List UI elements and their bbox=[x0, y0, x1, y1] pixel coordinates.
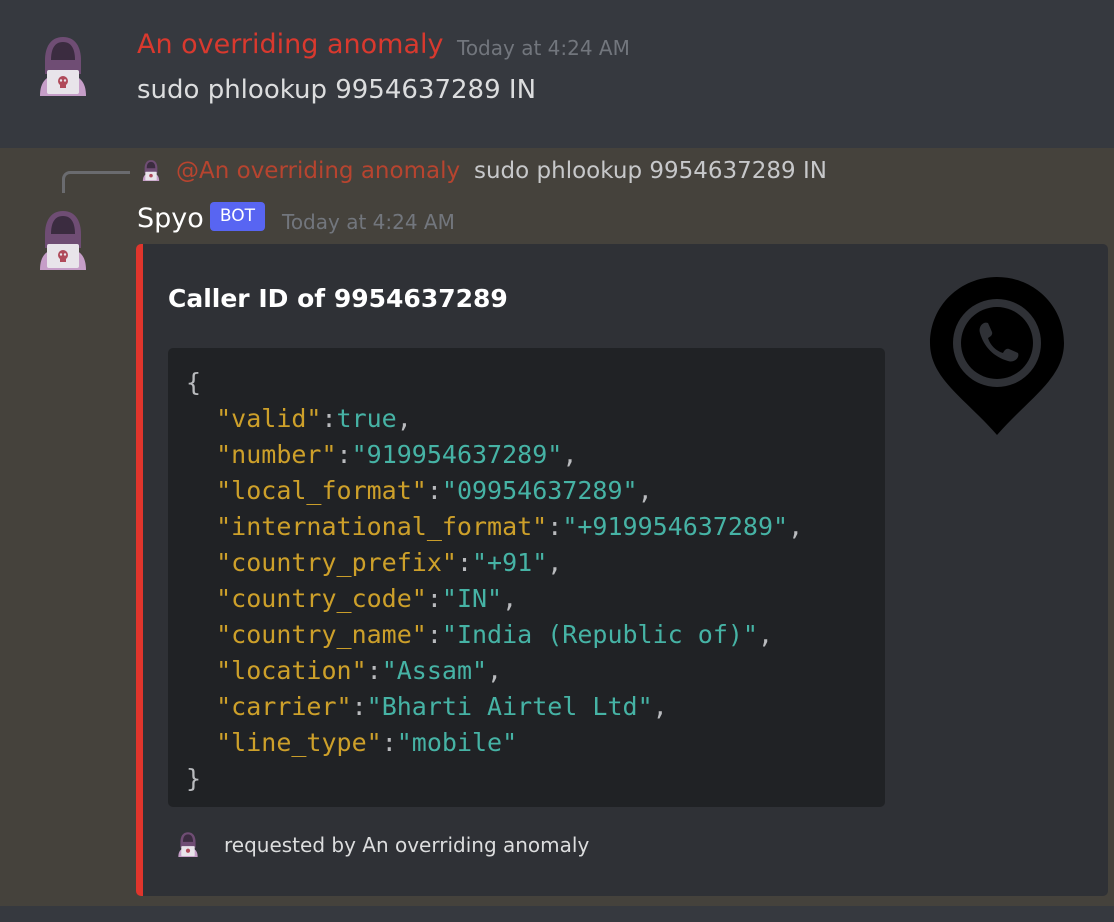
json-value: "09954637289" bbox=[441, 476, 638, 505]
reply-preview-text[interactable]: sudo phlookup 9954637289 IN bbox=[474, 155, 827, 187]
json-key: "number" bbox=[216, 440, 337, 469]
json-key: "local_format" bbox=[216, 476, 427, 505]
json-key: "country_prefix" bbox=[216, 548, 457, 577]
code-line: "location":"Assam", bbox=[216, 656, 503, 685]
json-key: "country_code" bbox=[216, 584, 427, 613]
json-key: "valid" bbox=[216, 404, 322, 433]
reply-avatar-icon[interactable] bbox=[140, 157, 162, 183]
json-value: "+91" bbox=[472, 548, 548, 577]
json-comma: , bbox=[487, 656, 503, 685]
json-value: "India (Republic of)" bbox=[441, 620, 758, 649]
json-value: "Bharti Airtel Ltd" bbox=[366, 692, 653, 721]
json-comma: , bbox=[547, 548, 563, 577]
bot-avatar-icon[interactable] bbox=[32, 208, 94, 270]
json-key: "international_format" bbox=[216, 512, 548, 541]
json-key: "line_type" bbox=[216, 728, 382, 757]
footer-avatar-icon bbox=[178, 832, 198, 857]
message-content: sudo phlookup 9954637289 IN bbox=[137, 75, 537, 105]
reply-mention[interactable]: @An overriding anomaly bbox=[176, 155, 460, 187]
json-comma: , bbox=[652, 692, 668, 721]
json-key: "country_name" bbox=[216, 620, 427, 649]
json-value: true bbox=[336, 404, 397, 433]
hacker-avatar-icon[interactable] bbox=[32, 34, 94, 96]
json-comma: , bbox=[757, 620, 774, 649]
bot-message-timestamp: Today at 4:24 AM bbox=[282, 210, 455, 234]
json-comma: , bbox=[637, 476, 653, 505]
code-line: "line_type":"mobile" bbox=[216, 728, 518, 757]
bot-author-name[interactable]: Spyo bbox=[137, 203, 204, 235]
code-line: "valid":true, bbox=[216, 404, 412, 433]
json-value: "+919954637289" bbox=[562, 512, 789, 541]
json-key: "location" bbox=[216, 656, 367, 685]
code-open-brace: { bbox=[186, 368, 202, 397]
reply-connector-line bbox=[62, 171, 130, 193]
json-comma: , bbox=[502, 584, 518, 613]
bot-badge: BOT bbox=[210, 202, 265, 231]
json-code-block[interactable]: { "valid":true, "number":"919954637289",… bbox=[168, 348, 885, 807]
code-line: "country_name":"India (Republic of)", bbox=[216, 620, 774, 649]
code-line: "local_format":"09954637289", bbox=[216, 476, 653, 505]
json-comma: , bbox=[788, 512, 804, 541]
json-value: "IN" bbox=[441, 584, 503, 613]
embed-title: Caller ID of 9954637289 bbox=[168, 284, 508, 313]
json-key: "carrier" bbox=[216, 692, 352, 721]
code-line: "number":"919954637289", bbox=[216, 440, 578, 469]
json-value: "Assam" bbox=[381, 656, 488, 685]
message-timestamp: Today at 4:24 AM bbox=[457, 36, 630, 60]
json-value: "mobile" bbox=[396, 728, 518, 757]
phone-location-pin-icon[interactable] bbox=[928, 275, 1066, 437]
json-value: "919954637289" bbox=[351, 440, 563, 469]
code-line: "country_prefix":"+91", bbox=[216, 548, 563, 577]
json-comma: , bbox=[562, 440, 578, 469]
code-line: "country_code":"IN", bbox=[216, 584, 518, 613]
code-close-brace: } bbox=[186, 764, 202, 793]
code-line: "carrier":"Bharti Airtel Ltd", bbox=[216, 692, 668, 721]
json-comma: , bbox=[396, 404, 412, 433]
embed-footer-text: requested by An overriding anomaly bbox=[224, 833, 590, 857]
author-name[interactable]: An overriding anomaly bbox=[137, 29, 443, 61]
code-line: "international_format":"+919954637289", bbox=[216, 512, 804, 541]
chat-background-strip bbox=[0, 906, 1114, 922]
